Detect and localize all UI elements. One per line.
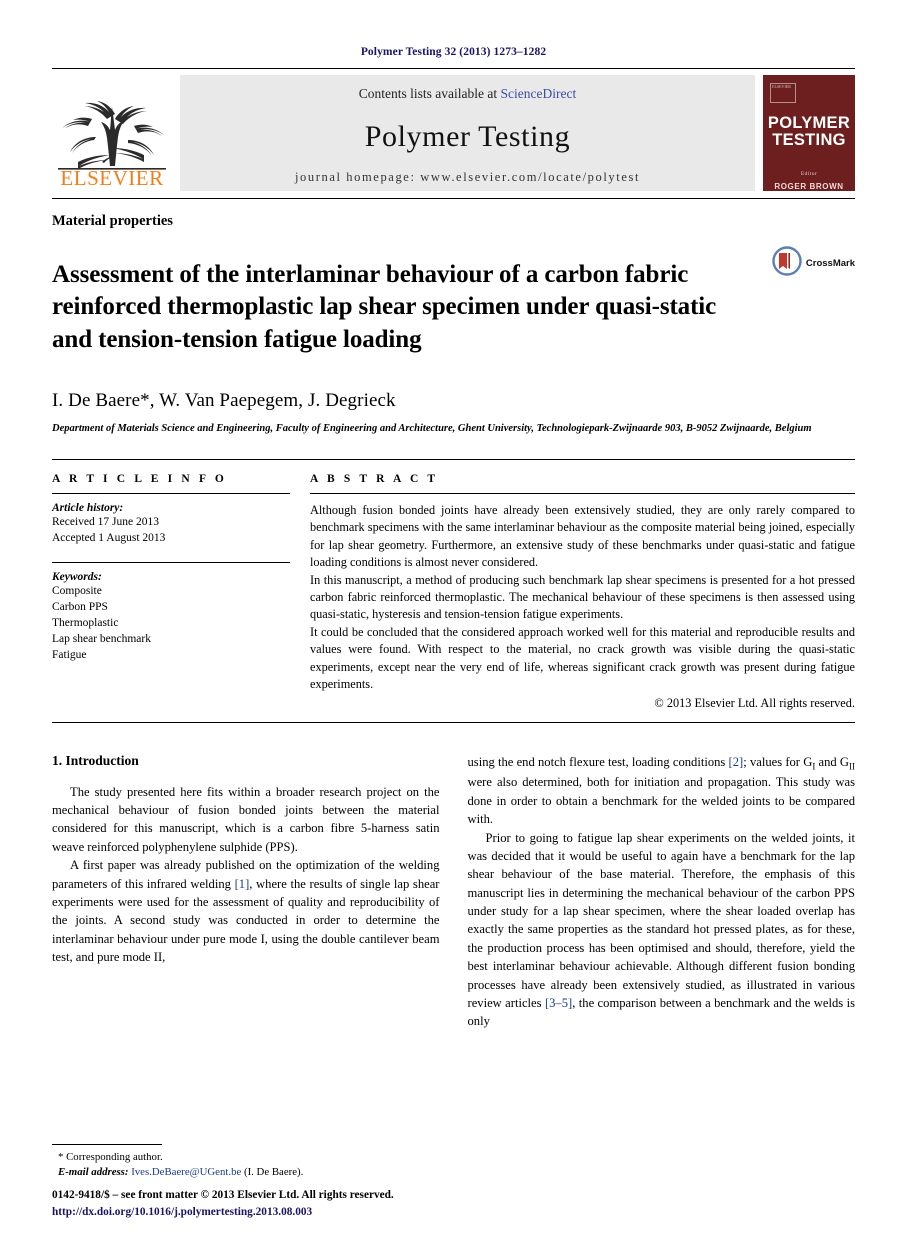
elsevier-tree-icon: [58, 96, 166, 170]
journal-title: Polymer Testing: [364, 120, 571, 153]
intro-paragraph-with-citation: A first paper was already published on t…: [52, 856, 440, 966]
keyword-item: Carbon PPS: [52, 601, 108, 614]
cover-badge-icon: ELSEVIER: [770, 83, 796, 103]
info-top-rule: [52, 458, 855, 460]
abstract-bottom-rule: [52, 721, 855, 723]
keywords-block: Keywords: Composite Carbon PPS Thermopla…: [52, 571, 290, 663]
abstract-paragraph: In this manuscript, a method of producin…: [310, 572, 855, 622]
keywords-label: Keywords:: [52, 571, 102, 584]
keyword-item: Lap shear benchmark: [52, 633, 151, 646]
article-info-rule: [52, 492, 290, 494]
intro-paragraph-continued: using the end notch flexure test, loadin…: [468, 753, 856, 829]
introduction-heading: 1. Introduction: [52, 752, 139, 768]
email-suffix: (I. De Baere).: [243, 1165, 304, 1178]
elsevier-logo: ELSEVIER: [52, 75, 172, 191]
paper-page: Polymer Testing 32 (2013) 1273–1282 ELSE…: [0, 0, 907, 1238]
corresponding-author-note: * Corresponding author.: [58, 1150, 163, 1163]
citation-link-2[interactable]: [2]: [729, 755, 744, 769]
cover-title: POLYMER TESTING: [768, 115, 850, 149]
crossmark-label: CrossMark: [805, 258, 855, 269]
abstract-copyright: © 2013 Elsevier Ltd. All rights reserved…: [654, 695, 855, 710]
body-column-left: 1. Introduction The study presented here…: [52, 753, 440, 1031]
issn-line: 0142-9418/$ – see front matter © 2013 El…: [52, 1189, 394, 1202]
email-link[interactable]: Ives.DeBaere@UGent.be: [131, 1166, 241, 1178]
intro-text-part: Prior to going to fatigue lap shear expe…: [467, 830, 856, 1010]
cover-title-line1: POLYMER: [767, 114, 851, 132]
citation-link-3-5[interactable]: [3–5]: [545, 996, 572, 1010]
footnote-rule: [52, 1143, 162, 1145]
abstract-column: A B S T R A C T Although fusion bonded j…: [310, 473, 855, 711]
journal-cover-thumbnail: ELSEVIER POLYMER TESTING Editor ROGER BR…: [763, 75, 855, 191]
page-title: Assessment of the interlaminar behaviour…: [52, 260, 717, 353]
abstract-paragraph: Although fusion bonded joints have alrea…: [310, 502, 855, 570]
email-note: E-mail address: Ives.DeBaere@UGent.be (I…: [52, 1165, 437, 1180]
contents-prefix: Contents lists available at: [358, 86, 501, 101]
section-kind-label: Material properties: [52, 213, 173, 229]
keyword-item: Fatigue: [52, 648, 87, 661]
abstract-heading: A B S T R A C T: [310, 472, 439, 485]
crossmark-badge[interactable]: CrossMark: [772, 242, 855, 281]
header-rule: [52, 68, 855, 69]
keyword-item: Thermoplastic: [52, 617, 119, 630]
banner-bottom-rule: [52, 198, 855, 199]
body-columns: 1. Introduction The study presented here…: [52, 753, 855, 1031]
abstract-rule: [310, 492, 855, 494]
abstract-paragraph: It could be concluded that the considere…: [310, 624, 855, 692]
citation-link-1[interactable]: [1]: [235, 877, 250, 891]
affiliation: Department of Materials Science and Engi…: [52, 423, 812, 434]
info-abstract-section: A R T I C L E I N F O Article history: R…: [52, 473, 855, 711]
article-info-heading: A R T I C L E I N F O: [52, 472, 227, 485]
intro-paragraph-prior: Prior to going to fatigue lap shear expe…: [468, 829, 856, 1031]
journal-homepage-link[interactable]: journal homepage: www.elsevier.com/locat…: [295, 170, 640, 185]
article-info-column: A R T I C L E I N F O Article history: R…: [52, 473, 310, 711]
body-column-right: using the end notch flexure test, loadin…: [468, 753, 856, 1031]
keywords-rule: [52, 562, 290, 564]
footnote-block: * Corresponding author. E-mail address: …: [52, 1143, 437, 1180]
footer-block: 0142-9418/$ – see front matter © 2013 El…: [52, 1187, 482, 1220]
journal-banner: ELSEVIER Contents lists available at Sci…: [52, 75, 855, 191]
article-history-accepted: Accepted 1 August 2013: [52, 531, 166, 544]
elsevier-wordmark: ELSEVIER: [60, 166, 164, 190]
cover-title-line2: TESTING: [772, 130, 846, 149]
author-list: I. De Baere*, W. Van Paepegem, J. Degrie…: [52, 390, 396, 411]
cover-editor-name: ROGER BROWN: [774, 181, 844, 191]
running-head: Polymer Testing 32 (2013) 1273–1282: [360, 46, 547, 58]
sciencedirect-link[interactable]: ScienceDirect: [501, 86, 577, 101]
intro-paragraph: The study presented here fits within a b…: [52, 784, 440, 854]
doi-link[interactable]: http://dx.doi.org/10.1016/j.polymertesti…: [52, 1204, 482, 1220]
contents-available-line: Contents lists available at ScienceDirec…: [359, 86, 576, 102]
banner-center: Contents lists available at ScienceDirec…: [180, 75, 755, 191]
article-history-label: Article history:: [52, 501, 124, 514]
intro-text-part: using the end notch flexure test, loadin…: [467, 754, 729, 769]
crossmark-icon: [772, 246, 802, 281]
email-label: E-mail address:: [58, 1165, 129, 1178]
title-row: Assessment of the interlaminar behaviour…: [52, 242, 855, 373]
abstract-body: Although fusion bonded joints have alrea…: [310, 502, 855, 694]
cover-editor-label: Editor: [800, 170, 818, 177]
article-history-received: Received 17 June 2013: [52, 515, 159, 528]
keyword-item: Composite: [52, 585, 102, 598]
